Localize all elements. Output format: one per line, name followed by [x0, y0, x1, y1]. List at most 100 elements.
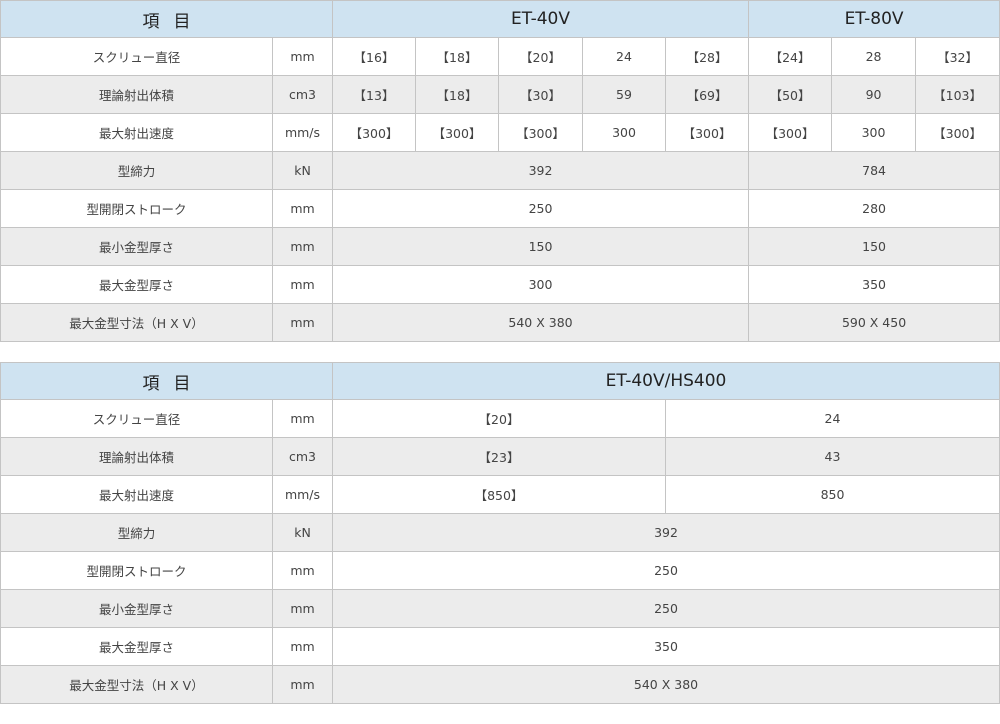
table-row-injection-speed: 最大射出速度 mm/s 【300】 【300】 【300】 300 【300】 … [0, 113, 1000, 152]
row-label: スクリュー直径 [0, 399, 273, 438]
table-row-screw-diameter: スクリュー直径 mm 【20】 24 [0, 399, 1000, 438]
table-row-injection-speed: 最大射出速度 mm/s 【850】 850 [0, 475, 1000, 514]
cell-value: 24 [665, 399, 1000, 438]
cell-value: 150 [331, 227, 750, 266]
header-item: 項目 [0, 0, 333, 38]
table-row-max-mold-size: 最大金型寸法（H X V） mm 540 X 380 [0, 665, 1000, 704]
cell-value: 392 [332, 513, 1000, 552]
table-row-screw-diameter: スクリュー直径 mm 【16】 【18】 【20】 24 【28】 【24】 2… [0, 37, 1000, 76]
cell-value: 【300】 [498, 113, 583, 152]
table-row-mold-stroke: 型開閉ストローク mm 250 280 [0, 189, 1000, 228]
cell-value: 350 [332, 627, 1000, 666]
cell-value: 350 [748, 265, 1000, 304]
table-row-min-mold-thickness: 最小金型厚さ mm 150 150 [0, 227, 1000, 266]
cell-value: 250 [331, 189, 750, 228]
cell-value: 24 [582, 37, 666, 76]
row-label: 型締力 [0, 151, 273, 190]
cell-value: 90 [831, 75, 917, 114]
cell-value: 【18】 [415, 75, 499, 114]
row-label: 最大射出速度 [0, 113, 273, 152]
row-unit: kN [272, 151, 333, 190]
cell-value: 【300】 [748, 113, 833, 152]
row-unit: mm [272, 303, 333, 342]
row-label: 最大金型寸法（H X V） [0, 303, 273, 342]
row-unit: mm [272, 37, 333, 76]
cell-value: 300 [331, 265, 750, 304]
cell-value: 280 [748, 189, 1000, 228]
cell-value: 540 X 380 [332, 665, 1000, 704]
row-unit: mm [272, 589, 333, 628]
cell-value: 【24】 [748, 37, 833, 76]
cell-value: 【18】 [415, 37, 499, 76]
cell-value: 【50】 [748, 75, 833, 114]
row-unit: mm [272, 627, 333, 666]
row-label: 最大金型厚さ [0, 627, 273, 666]
row-unit: mm/s [272, 475, 333, 514]
cell-value: 43 [665, 437, 1000, 476]
table-row-max-mold-thickness: 最大金型厚さ mm 300 350 [0, 265, 1000, 304]
row-label: 最小金型厚さ [0, 589, 273, 628]
cell-value: 【300】 [664, 113, 750, 152]
cell-value: 250 [332, 589, 1000, 628]
row-label: 型開閉ストローク [0, 551, 273, 590]
table-header-row: 項目 ET-40V/HS400 [0, 362, 1000, 400]
table-row-injection-volume: 理論射出体積 cm3 【13】 【18】 【30】 59 【69】 【50】 9… [0, 75, 1000, 114]
cell-value: 300 [582, 113, 666, 152]
cell-value: 【103】 [915, 75, 1000, 114]
cell-value: 28 [831, 37, 917, 76]
row-unit: kN [272, 513, 333, 552]
row-unit: mm [272, 265, 333, 304]
header-model-et40v-hs400: ET-40V/HS400 [332, 362, 1000, 400]
table-row-min-mold-thickness: 最小金型厚さ mm 250 [0, 589, 1000, 628]
cell-value: 300 [831, 113, 917, 152]
row-unit: mm [272, 551, 333, 590]
row-label: 最大金型寸法（H X V） [0, 665, 273, 704]
spec-table-et40v-et80v: 項目 ET-40V ET-80V スクリュー直径 mm 【16】 【18】 【2… [0, 0, 1000, 342]
cell-value: 【850】 [332, 475, 666, 514]
row-label: スクリュー直径 [0, 37, 273, 76]
table-header-row: 項目 ET-40V ET-80V [0, 0, 1000, 38]
row-unit: cm3 [272, 437, 333, 476]
table-row-injection-volume: 理論射出体積 cm3 【23】 43 [0, 437, 1000, 476]
header-item: 項目 [0, 362, 333, 400]
row-label: 最大射出速度 [0, 475, 273, 514]
cell-value: 【13】 [332, 75, 416, 114]
row-label: 理論射出体積 [0, 437, 273, 476]
header-model-et80v: ET-80V [748, 0, 1000, 38]
cell-value: 850 [665, 475, 1000, 514]
row-unit: mm [272, 189, 333, 228]
row-label: 最小金型厚さ [0, 227, 273, 266]
table-row-clamping-force: 型締力 kN 392 784 [0, 151, 1000, 190]
cell-value: 59 [582, 75, 666, 114]
row-label: 理論射出体積 [0, 75, 273, 114]
row-label: 最大金型厚さ [0, 265, 273, 304]
cell-value: 【300】 [415, 113, 499, 152]
cell-value: 【69】 [664, 75, 750, 114]
cell-value: 784 [748, 151, 1000, 190]
row-label: 型開閉ストローク [0, 189, 273, 228]
cell-value: 590 X 450 [748, 303, 1000, 342]
cell-value: 150 [748, 227, 1000, 266]
cell-value: 250 [332, 551, 1000, 590]
cell-value: 【20】 [498, 37, 583, 76]
cell-value: 【28】 [664, 37, 750, 76]
cell-value: 540 X 380 [331, 303, 750, 342]
cell-value: 【300】 [915, 113, 1000, 152]
cell-value: 【23】 [332, 437, 666, 476]
row-unit: mm [272, 665, 333, 704]
row-unit: mm [272, 399, 333, 438]
row-unit: mm [272, 227, 333, 266]
table-row-mold-stroke: 型開閉ストローク mm 250 [0, 551, 1000, 590]
table-row-max-mold-size: 最大金型寸法（H X V） mm 540 X 380 590 X 450 [0, 303, 1000, 342]
row-unit: mm/s [272, 113, 333, 152]
table-row-max-mold-thickness: 最大金型厚さ mm 350 [0, 627, 1000, 666]
cell-value: 【300】 [332, 113, 416, 152]
cell-value: 392 [331, 151, 750, 190]
row-label: 型締力 [0, 513, 273, 552]
row-unit: cm3 [272, 75, 333, 114]
cell-value: 【20】 [332, 399, 666, 438]
cell-value: 【30】 [498, 75, 583, 114]
cell-value: 【32】 [915, 37, 1000, 76]
table-row-clamping-force: 型締力 kN 392 [0, 513, 1000, 552]
spec-table-et40v-hs400: 項目 ET-40V/HS400 スクリュー直径 mm 【20】 24 理論射出体… [0, 362, 1000, 704]
